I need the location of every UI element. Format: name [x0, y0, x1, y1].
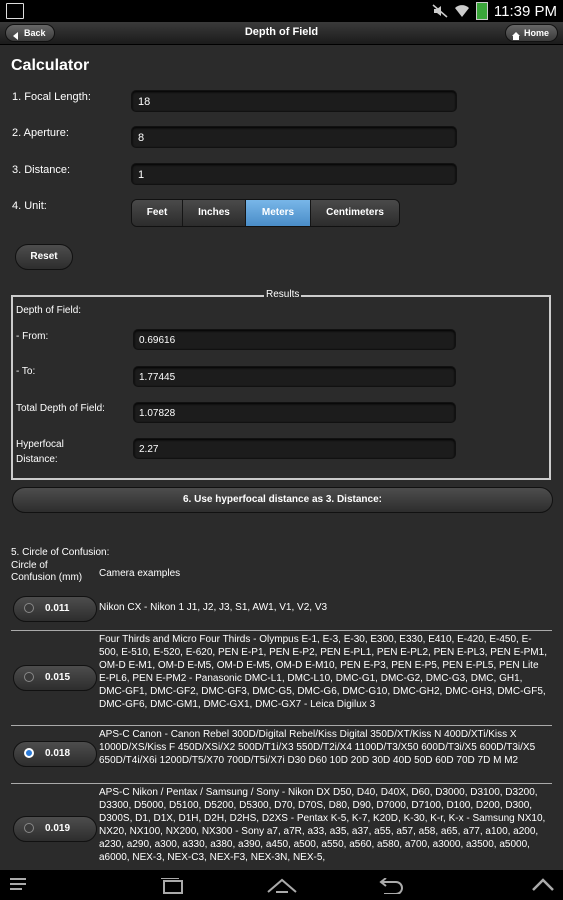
coc-value: 0.019 — [45, 823, 71, 834]
from-value: 0.69616 — [133, 329, 456, 350]
aperture-input[interactable]: 8 — [131, 126, 457, 148]
home-icon — [511, 29, 520, 40]
coc-radio-0.018[interactable]: 0.018 — [13, 741, 97, 767]
to-value: 1.77445 — [133, 366, 456, 387]
coc-row[interactable]: 0.019 APS-C Nikon / Pentax / Samsung / S… — [11, 783, 552, 870]
results-panel: Results Depth of Field: - From: 0.69616 … — [11, 289, 551, 480]
coc-column-header-line1: Circle of — [11, 560, 48, 571]
home-button[interactable]: Home — [504, 24, 558, 42]
unit-feet-button[interactable]: Feet — [132, 200, 183, 226]
to-label: - To: — [16, 366, 36, 377]
radio-selected-icon — [24, 748, 34, 758]
results-legend: Results — [264, 289, 302, 300]
coc-radio-0.015[interactable]: 0.015 — [13, 665, 97, 691]
status-icons: 11:39 PM — [432, 2, 557, 20]
coc-row[interactable]: 0.011 Nikon CX - Nikon 1 J1, J2, J3, S1,… — [11, 590, 552, 630]
radio-unselected-icon — [24, 603, 34, 613]
coc-row[interactable]: 0.018 APS-C Canon - Canon Rebel 300D/Dig… — [11, 725, 552, 783]
coc-column-header: Circle of Confusion (mm) — [11, 560, 82, 584]
camera-examples-header: Camera examples — [99, 568, 181, 579]
coc-column-header-line2: Confusion (mm) — [11, 572, 83, 583]
page-title: Depth of Field — [244, 26, 319, 38]
total-dof-value: 1.07828 — [133, 402, 456, 423]
coc-value: 0.011 — [45, 603, 70, 614]
dof-label: Depth of Field: — [16, 305, 82, 316]
gallery-notification-icon — [6, 3, 24, 19]
clock: 11:39 PM — [493, 2, 557, 20]
unit-selector[interactable]: Feet Inches Meters Centimeters — [131, 199, 400, 227]
coc-value: 0.018 — [45, 748, 71, 759]
coc-title: 5. Circle of Confusion: — [11, 547, 110, 558]
camera-examples: Four Thirds and Micro Four Thirds - Olym… — [99, 634, 547, 710]
status-bar: 11:39 PM — [0, 0, 563, 22]
unit-centimeters-button[interactable]: Centimeters — [311, 200, 399, 226]
coc-value: 0.015 — [45, 672, 71, 683]
focal-length-input[interactable]: 18 — [131, 90, 457, 112]
from-label: - From: — [16, 331, 49, 342]
coc-row[interactable]: 0.015 Four Thirds and Micro Four Thirds … — [11, 630, 552, 725]
mute-icon — [432, 4, 448, 18]
camera-examples: APS-C Canon - Canon Rebel 300D/Digital R… — [99, 729, 536, 766]
recent-apps-icon[interactable] — [160, 877, 186, 899]
menu-icon[interactable] — [10, 878, 32, 897]
total-dof-label: Total Depth of Field: — [16, 403, 105, 414]
hyperfocal-label-line2: Distance: — [16, 454, 58, 465]
distance-label: 3. Distance: — [12, 164, 71, 176]
home-label: Home — [523, 28, 549, 38]
home-nav-icon[interactable] — [266, 878, 298, 899]
coc-radio-0.019[interactable]: 0.019 — [13, 816, 97, 842]
radio-unselected-icon — [24, 823, 34, 833]
use-hyperfocal-button[interactable]: 6. Use hyperfocal distance as 3. Distanc… — [12, 487, 553, 513]
unit-label: 4. Unit: — [12, 200, 47, 212]
camera-examples: Nikon CX - Nikon 1 J1, J2, J3, S1, AW1, … — [99, 602, 328, 613]
radio-unselected-icon — [24, 672, 34, 682]
wifi-icon — [454, 4, 470, 18]
camera-examples: APS-C Nikon / Pentax / Samsung / Sony - … — [99, 787, 546, 863]
aperture-label: 2. Aperture: — [12, 127, 69, 139]
chevron-up-icon[interactable] — [532, 878, 554, 897]
unit-meters-button[interactable]: Meters — [246, 200, 311, 226]
system-nav-bar — [0, 870, 563, 900]
battery-icon — [475, 2, 488, 20]
action-bar: Back Depth of Field Home — [0, 22, 563, 45]
focal-length-label: 1. Focal Length: — [12, 91, 91, 103]
calculator-title: Calculator — [11, 57, 90, 74]
reset-button[interactable]: Reset — [15, 244, 73, 270]
hyperfocal-value: 2.27 — [133, 438, 456, 459]
unit-inches-button[interactable]: Inches — [183, 200, 246, 226]
back-nav-icon[interactable] — [378, 877, 404, 899]
content-area[interactable]: Calculator 1. Focal Length: 18 2. Apertu… — [0, 45, 563, 870]
hyperfocal-label-line1: Hyperfocal — [16, 439, 64, 450]
distance-input[interactable]: 1 — [131, 163, 457, 185]
coc-radio-0.011[interactable]: 0.011 — [13, 596, 97, 622]
